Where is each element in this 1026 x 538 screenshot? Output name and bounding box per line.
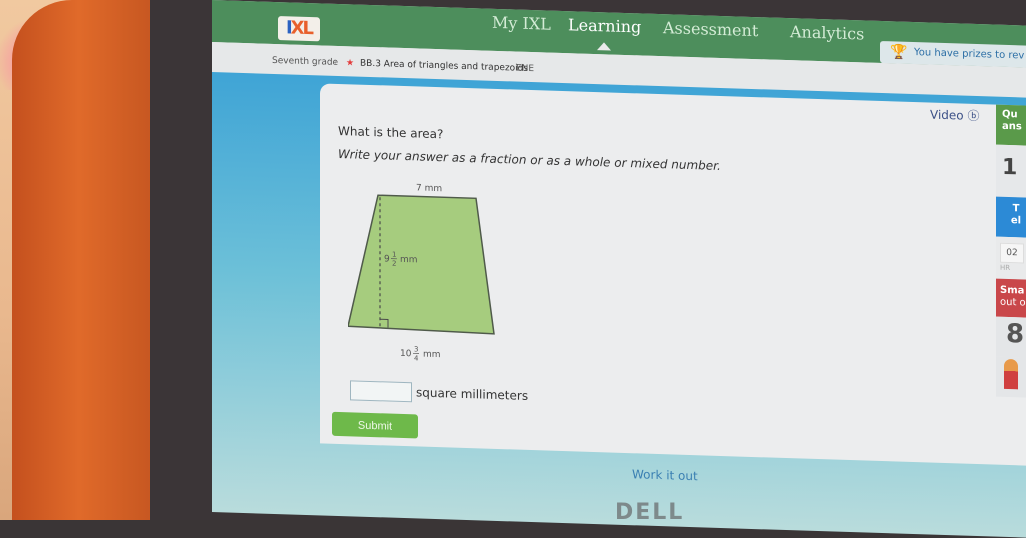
questions-answered-header: Quans	[996, 105, 1026, 146]
answer-unit: square millimeters	[416, 385, 528, 403]
time-elapsed: 02 HR	[996, 237, 1026, 280]
trophy-icon: 🏆	[890, 45, 907, 60]
trapezoid-figure: 7 mm 9 1 2 mm 10 3 4 mm	[348, 176, 508, 375]
height-unit: mm	[400, 255, 418, 266]
submit-button[interactable]: Submit	[332, 412, 418, 439]
nav-analytics[interactable]: Analytics	[790, 22, 864, 43]
video-link[interactable]: Video ⓑ	[930, 106, 979, 125]
breadcrumb-grade[interactable]: Seventh grade	[272, 56, 338, 68]
nav-my-ixl[interactable]: My IXL	[492, 13, 551, 34]
answer-row: square millimeters	[350, 380, 528, 406]
nav-assessment[interactable]: Assessment	[663, 18, 758, 40]
time-hours: 02	[1000, 243, 1024, 264]
smartscore-value: 8	[996, 317, 1026, 358]
question-panel: What is the area? Write your answer as a…	[320, 83, 1026, 465]
play-circle-icon: ⓑ	[967, 109, 979, 123]
progress-sidebar: Quans 1 Tel 02 HR Smaout o 8	[996, 105, 1026, 398]
background-sleeve	[12, 0, 160, 520]
question-instruction: Write your answer as a fraction or as a …	[338, 147, 721, 173]
medal-area	[996, 357, 1026, 398]
breadcrumb-skill: BB.3 Area of triangles and trapezoids	[360, 59, 528, 74]
bottom-den: 4	[414, 354, 419, 362]
bottom-num: 3	[414, 345, 418, 353]
smartscore-header: Smaout o	[996, 279, 1026, 318]
questions-answered-count: 1	[996, 145, 1026, 198]
dell-logo: DELL	[615, 500, 684, 525]
active-nav-caret	[597, 42, 611, 50]
question-prompt: What is the area?	[338, 124, 443, 141]
video-label: Video	[930, 108, 964, 123]
height-num: 1	[392, 251, 396, 259]
trapezoid-shape	[348, 194, 494, 334]
answer-input[interactable]	[350, 380, 412, 402]
screen: IIXLXL My IXL Learning Assessment Analyt…	[212, 0, 1026, 526]
work-it-out-link[interactable]: Work it out	[632, 467, 698, 483]
star-icon: ★	[346, 58, 354, 68]
prizes-text: You have prizes to rev	[914, 47, 1024, 61]
height-whole: 9	[384, 254, 390, 264]
bottom-whole: 10	[400, 349, 412, 359]
time-elapsed-header: Tel	[996, 197, 1026, 238]
bottom-unit: mm	[423, 350, 441, 361]
top-base-label: 7 mm	[416, 183, 442, 194]
height-den: 2	[392, 260, 396, 268]
ixl-logo[interactable]: IIXLXL	[278, 16, 320, 41]
nav-learning[interactable]: Learning	[568, 15, 641, 36]
medal-icon	[1004, 359, 1018, 389]
breadcrumb-separator: ›	[334, 58, 338, 68]
breadcrumb-code: ENE	[516, 64, 534, 75]
time-hours-label: HR	[1000, 264, 1010, 272]
